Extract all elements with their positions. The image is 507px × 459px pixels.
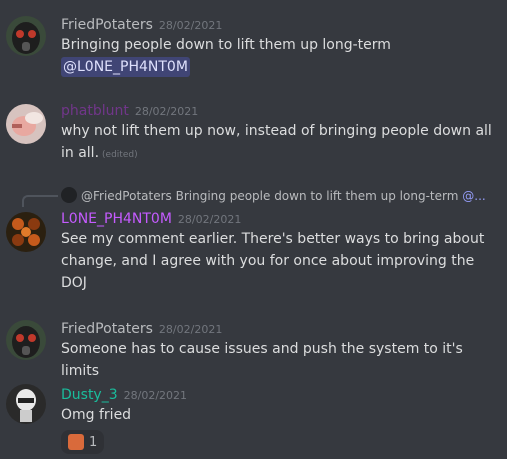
reply-mention: @...: [462, 189, 486, 203]
username[interactable]: FriedPotaters: [61, 17, 153, 33]
message-text: See my comment earlier. There's better w…: [61, 231, 485, 247]
avatar[interactable]: [6, 384, 46, 424]
trooper-avatar-icon: [6, 384, 46, 424]
user-mention[interactable]: @L0NE_PH4NT0M: [61, 57, 190, 77]
timestamp: 28/02/2021: [177, 213, 242, 226]
reply-connector: [22, 195, 58, 207]
timestamp: 28/02/2021: [134, 105, 199, 118]
message-text: Someone has to cause issues and push the…: [61, 341, 463, 379]
message-text: change, and I agree with you for once ab…: [61, 253, 475, 269]
reply-username[interactable]: @FriedPotaters: [81, 189, 172, 203]
avatar[interactable]: [6, 16, 46, 56]
username[interactable]: Dusty_3: [61, 387, 118, 403]
timestamp: 28/02/2021: [158, 323, 223, 336]
timestamp: 28/02/2021: [123, 389, 188, 402]
message-text: in all.: [61, 145, 100, 161]
message-text: why not lift them up now, instead of bri…: [61, 123, 492, 139]
avatar[interactable]: [6, 320, 46, 360]
username[interactable]: phatblunt: [61, 103, 129, 119]
reply-preview[interactable]: @FriedPotaters Bringing people down to l…: [61, 187, 507, 205]
reply-avatar-icon: [61, 187, 77, 203]
reply-text: Bringing people down to lift them up lon…: [175, 189, 459, 203]
reaction-button[interactable]: 1: [61, 430, 105, 454]
face-avatar-icon: [6, 104, 46, 144]
message-text: Bringing people down to lift them up lon…: [61, 37, 391, 53]
pattern-avatar-icon: [6, 212, 46, 252]
username[interactable]: L0NE_PH4NT0M: [61, 211, 172, 227]
potato-face-emoji-icon: [68, 434, 84, 450]
gas-mask-avatar-icon: [6, 16, 46, 56]
avatar[interactable]: [6, 212, 46, 252]
timestamp: 28/02/2021: [158, 19, 223, 32]
avatar[interactable]: [6, 104, 46, 144]
edited-label: (edited): [102, 150, 138, 160]
reaction-count: 1: [89, 434, 98, 450]
username[interactable]: FriedPotaters: [61, 321, 153, 337]
message-text: DOJ: [61, 275, 87, 291]
message-text: Omg fried: [61, 407, 132, 423]
gas-mask-avatar-icon: [6, 320, 46, 360]
